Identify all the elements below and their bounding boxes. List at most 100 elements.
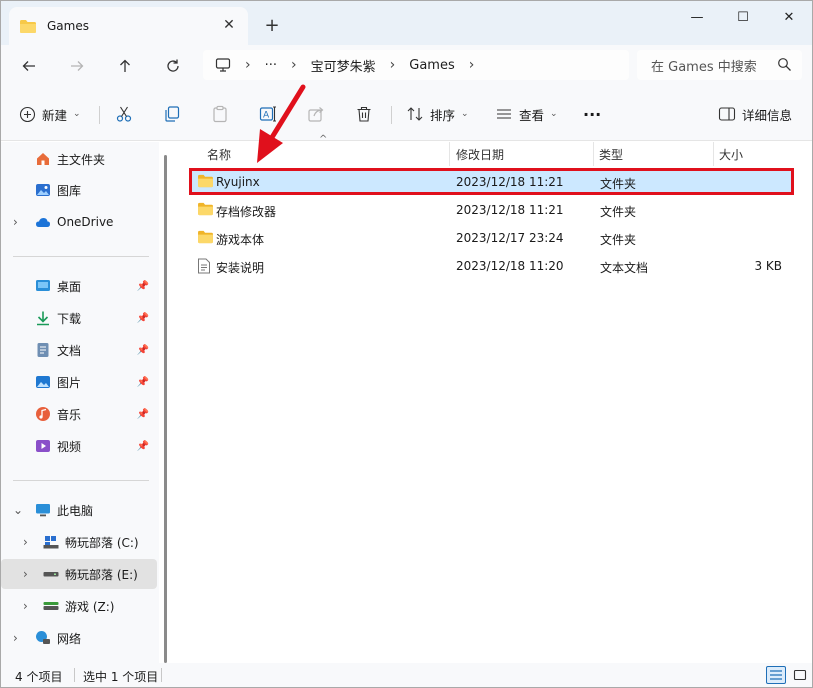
sidebar-item-label: OneDrive	[57, 215, 114, 229]
breadcrumb-pokemon[interactable]: 宝可梦朱紫	[311, 56, 376, 75]
new-tab-button[interactable]: +	[261, 14, 283, 36]
tab-title: Games	[47, 19, 89, 33]
sidebar-item-pictures[interactable]: 图片 📌	[1, 367, 157, 397]
chevron-right-icon[interactable]: ›	[23, 567, 28, 581]
pin-icon[interactable]: 📌	[137, 441, 149, 452]
drive-icon	[43, 572, 59, 577]
tab-close-button[interactable]: ✕	[220, 16, 238, 34]
column-header-modified[interactable]: 修改日期	[456, 142, 504, 166]
sort-ascending-icon: ^	[319, 134, 328, 145]
rename-button[interactable]: A	[259, 100, 277, 128]
new-label: 新建	[42, 107, 68, 123]
table-row[interactable]: 安装说明 2023/12/18 11:20 文本文档 3 KB	[189, 253, 792, 279]
file-name: 存档修改器	[216, 205, 277, 219]
sort-button[interactable]: 排序 ⌄	[406, 100, 469, 128]
music-icon	[36, 407, 50, 421]
new-button[interactable]: 新建 ⌄	[19, 100, 81, 128]
pin-icon[interactable]: 📌	[137, 345, 149, 356]
column-divider[interactable]	[449, 142, 450, 166]
rename-icon: A	[259, 106, 276, 122]
sidebar-item-drive-z[interactable]: › 游戏 (Z:)	[1, 591, 157, 621]
sidebar-item-label: 视频	[57, 439, 82, 454]
tiles-view-icon	[793, 669, 807, 681]
back-button[interactable]	[15, 52, 43, 80]
tiles-view-button[interactable]	[790, 666, 810, 684]
maximize-button[interactable]: ☐	[720, 1, 766, 33]
selection-count: 选中 1 个项目	[83, 670, 159, 684]
column-header-type[interactable]: 类型	[599, 142, 623, 166]
chevron-right-icon[interactable]: ›	[23, 535, 28, 549]
pin-icon[interactable]: 📌	[137, 313, 149, 324]
search-input[interactable]: 在 Games 中搜索	[637, 50, 802, 80]
file-modified: 2023/12/17 23:24	[456, 231, 564, 245]
refresh-button[interactable]	[159, 52, 187, 80]
status-bar: 4 个项目 选中 1 个项目	[1, 663, 812, 687]
breadcrumb-games[interactable]: Games	[409, 58, 454, 73]
sidebar-item-this-pc[interactable]: ⌄ 此电脑	[1, 495, 157, 525]
sidebar-item-home[interactable]: 主文件夹	[1, 144, 157, 174]
breadcrumb-more[interactable]: ···	[265, 58, 277, 73]
svg-text:A: A	[263, 111, 270, 121]
sidebar-item-downloads[interactable]: 下载 📌	[1, 303, 157, 333]
back-arrow-icon	[22, 61, 35, 71]
sidebar-item-documents[interactable]: 文档 📌	[1, 335, 157, 365]
paste-icon	[213, 105, 227, 123]
sidebar-item-onedrive[interactable]: › OneDrive	[1, 207, 157, 237]
column-divider[interactable]	[593, 142, 594, 166]
sidebar-item-music[interactable]: 音乐 📌	[1, 399, 157, 429]
view-button[interactable]: 查看 ⌄	[495, 100, 558, 128]
share-button[interactable]	[307, 100, 325, 128]
details-view-button[interactable]	[766, 666, 786, 684]
pin-icon[interactable]: 📌	[137, 281, 149, 292]
details-pane-button[interactable]: 详细信息	[718, 100, 792, 128]
navigation-pane: 主文件夹 图库 › OneDrive 桌面 📌 下载 📌 文档 📌 图片 📌 音…	[1, 142, 159, 663]
sidebar-item-desktop[interactable]: 桌面 📌	[1, 271, 157, 301]
column-header-size[interactable]: 大小	[719, 142, 743, 166]
sidebar-item-drive-e[interactable]: › 畅玩部落 (E:)	[1, 559, 157, 589]
file-size: 3 KB	[754, 259, 782, 273]
chevron-right-icon[interactable]: ›	[13, 631, 18, 645]
chevron-down-icon[interactable]: ⌄	[13, 503, 23, 517]
copy-button[interactable]	[163, 100, 181, 128]
cut-button[interactable]	[115, 100, 133, 128]
pin-icon[interactable]: 📌	[137, 409, 149, 420]
file-name: 游戏本体	[216, 233, 265, 247]
item-count: 4 个项目	[15, 670, 63, 684]
status-divider	[74, 668, 75, 682]
table-row[interactable]: 存档修改器 2023/12/18 11:21 文件夹	[189, 197, 792, 223]
sidebar-item-label: 网络	[57, 631, 82, 646]
sidebar-item-label: 桌面	[57, 279, 82, 294]
chevron-right-icon[interactable]: ›	[13, 215, 18, 229]
navigation-bar: › ··· › 宝可梦朱紫 › Games › 在 Games 中搜索	[1, 45, 812, 87]
sidebar-divider	[13, 256, 149, 257]
paste-button[interactable]	[211, 100, 229, 128]
chevron-right-icon: ›	[468, 57, 475, 73]
network-icon	[36, 631, 50, 644]
sidebar-scrollbar[interactable]	[164, 155, 167, 663]
sidebar-item-gallery[interactable]: 图库	[1, 175, 157, 205]
pin-icon[interactable]: 📌	[137, 377, 149, 388]
close-button[interactable]: ✕	[766, 1, 812, 33]
column-divider[interactable]	[713, 142, 714, 166]
refresh-icon	[167, 59, 179, 72]
sidebar-item-label: 图片	[57, 375, 82, 390]
sidebar-item-network[interactable]: › 网络	[1, 623, 157, 653]
address-bar[interactable]: › ··· › 宝可梦朱紫 › Games ›	[203, 50, 629, 80]
chevron-right-icon[interactable]: ›	[23, 599, 28, 613]
minimize-button[interactable]: —	[674, 1, 720, 33]
column-header-name[interactable]: 名称	[207, 142, 231, 166]
pictures-icon	[36, 376, 50, 388]
tab-games[interactable]: Games ✕	[9, 7, 248, 45]
more-options-button[interactable]: ···	[583, 100, 601, 128]
sidebar-item-label: 此电脑	[57, 503, 94, 518]
trash-icon	[357, 106, 371, 122]
up-button[interactable]	[111, 52, 139, 80]
table-row[interactable]: 游戏本体 2023/12/17 23:24 文件夹	[189, 225, 792, 251]
file-list: ^ 名称 修改日期 类型 大小 Ryujinx 2023/12/18 11:21…	[175, 134, 812, 663]
delete-button[interactable]	[355, 100, 373, 128]
forward-button[interactable]	[63, 52, 91, 80]
sidebar-item-videos[interactable]: 视频 📌	[1, 431, 157, 461]
sort-label: 排序	[430, 107, 456, 123]
sidebar-item-drive-c[interactable]: › 畅玩部落 (C:)	[1, 527, 157, 557]
document-icon	[37, 343, 49, 357]
